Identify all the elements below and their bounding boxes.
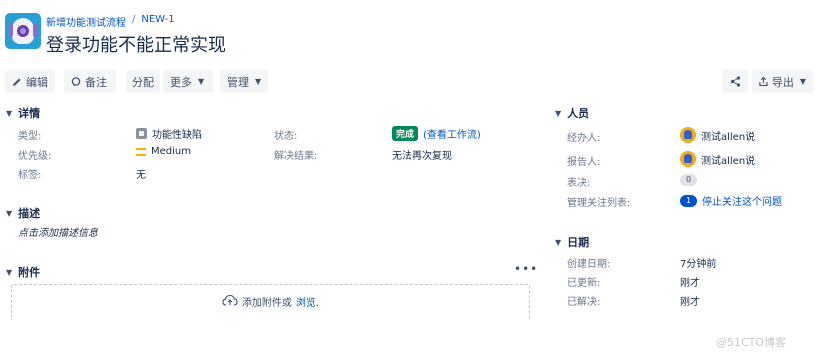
breadcrumb-project-link[interactable]: 新增功能测试流程 <box>46 14 126 29</box>
dropzone-text: 添加附件或 <box>241 298 292 309</box>
type-value: 功能性缺陷 <box>136 126 202 141</box>
chevron-down-icon: ▼ <box>799 77 806 86</box>
user-avatar-icon <box>680 127 696 143</box>
assign-button[interactable]: 分配 <box>126 70 160 93</box>
resolved-value: 刚才 <box>680 297 700 308</box>
watchers-label: 管理关注列表: <box>567 198 631 209</box>
attachments-heading: 附件 <box>18 266 41 279</box>
reporter-label: 报告人: <box>567 157 601 168</box>
description-section-toggle[interactable]: ▼ 描述 <box>6 205 40 221</box>
details-section-toggle[interactable]: ▼ 详情 <box>6 105 40 121</box>
status-label: 状态: <box>274 131 298 142</box>
people-heading: 人员 <box>567 107 590 120</box>
created-label: 创建日期: <box>567 259 611 270</box>
robot-ear-right <box>33 23 37 37</box>
updated-value: 刚才 <box>680 278 700 289</box>
watchers-value: 1 停止关注这个问题 <box>680 193 782 208</box>
stop-watching-link[interactable]: 停止关注这个问题 <box>702 193 782 208</box>
reporter-value[interactable]: 测试allen说 <box>680 151 755 167</box>
priority-value: Medium <box>136 146 191 157</box>
labels-value[interactable]: 无 <box>136 166 146 181</box>
edit-button[interactable]: 编辑 <box>5 70 55 93</box>
votes-count-badge: 0 <box>680 174 697 186</box>
assign-button-label: 分配 <box>132 75 154 89</box>
updated-label: 已更新: <box>567 278 601 289</box>
issue-type-icon <box>136 128 147 139</box>
collapse-chevron-icon: ▼ <box>6 208 13 218</box>
project-avatar[interactable] <box>5 13 41 49</box>
export-icon <box>759 76 768 87</box>
resolved-label: 已解决: <box>567 297 601 308</box>
assignee-name: 测试allen说 <box>701 131 756 143</box>
details-heading: 详情 <box>18 107 41 120</box>
type-label: 类型: <box>18 131 42 142</box>
people-section-toggle[interactable]: ▼ 人员 <box>555 105 589 121</box>
edit-button-label: 编辑 <box>26 75 48 89</box>
description-placeholder[interactable]: 点击添加描述信息 <box>18 224 98 239</box>
more-menu-button[interactable]: 更多 ▼ <box>163 70 213 93</box>
breadcrumb: 新增功能测试流程 / NEW-1 <box>46 14 175 29</box>
attachments-more-icon[interactable]: ••• <box>514 262 538 276</box>
assignee-value[interactable]: 测试allen说 <box>680 127 755 143</box>
priority-value-text: Medium <box>151 146 191 157</box>
pencil-icon <box>13 78 21 86</box>
status-value: 完成 (查看工作流) <box>392 126 481 141</box>
comment-button-label: 备注 <box>85 75 107 89</box>
chevron-down-icon: ▼ <box>255 77 262 86</box>
assignee-label: 经办人: <box>567 133 601 144</box>
comment-icon <box>71 76 81 86</box>
chevron-down-icon: ▼ <box>198 77 205 86</box>
attachments-section-toggle[interactable]: ▼ 附件 <box>6 264 40 280</box>
reporter-name: 测试allen说 <box>701 155 756 167</box>
dates-heading: 日期 <box>567 236 590 249</box>
breadcrumb-issue-key[interactable]: NEW-1 <box>141 14 174 29</box>
watchers-count-badge[interactable]: 1 <box>680 194 697 207</box>
admin-button-label: 管理 <box>227 75 249 89</box>
robot-eye-icon <box>17 25 29 37</box>
priority-medium-icon <box>136 147 146 156</box>
collapse-chevron-icon: ▼ <box>555 108 562 118</box>
comment-button[interactable]: 备注 <box>64 70 116 93</box>
view-workflow-link[interactable]: (查看工作流) <box>423 126 481 141</box>
collapse-chevron-icon: ▼ <box>6 267 13 277</box>
share-icon <box>730 76 740 87</box>
cloud-upload-icon <box>222 294 238 306</box>
votes-value[interactable]: 0 <box>680 174 697 186</box>
attachment-dropzone[interactable]: 添加附件或 浏览. <box>11 284 530 320</box>
resolution-label: 解决结果: <box>274 151 318 162</box>
collapse-chevron-icon: ▼ <box>6 108 13 118</box>
status-badge: 完成 <box>392 126 419 141</box>
admin-menu-button[interactable]: 管理 ▼ <box>220 70 268 93</box>
more-button-label: 更多 <box>170 75 192 89</box>
collapse-chevron-icon: ▼ <box>555 237 562 247</box>
labels-label: 标签: <box>18 170 42 181</box>
browse-link[interactable]: 浏览. <box>296 294 319 309</box>
description-heading: 描述 <box>18 207 41 220</box>
watermark: @51CTO博客 <box>716 336 787 349</box>
user-avatar-icon <box>680 151 696 167</box>
dates-section-toggle[interactable]: ▼ 日期 <box>555 234 589 250</box>
priority-label: 优先级: <box>18 151 52 162</box>
issue-title[interactable]: 登录功能不能正常实现 <box>46 31 226 57</box>
robot-ear-left <box>9 23 13 37</box>
resolution-value: 无法再次复现 <box>392 151 452 162</box>
export-button-label: 导出 <box>771 75 794 89</box>
created-value: 7分钟前 <box>680 259 717 270</box>
export-menu-button[interactable]: 导出 ▼ <box>752 70 813 93</box>
breadcrumb-separator: / <box>132 14 136 25</box>
type-value-text: 功能性缺陷 <box>152 130 202 141</box>
share-button[interactable] <box>722 70 748 93</box>
votes-label: 表决: <box>567 178 591 189</box>
